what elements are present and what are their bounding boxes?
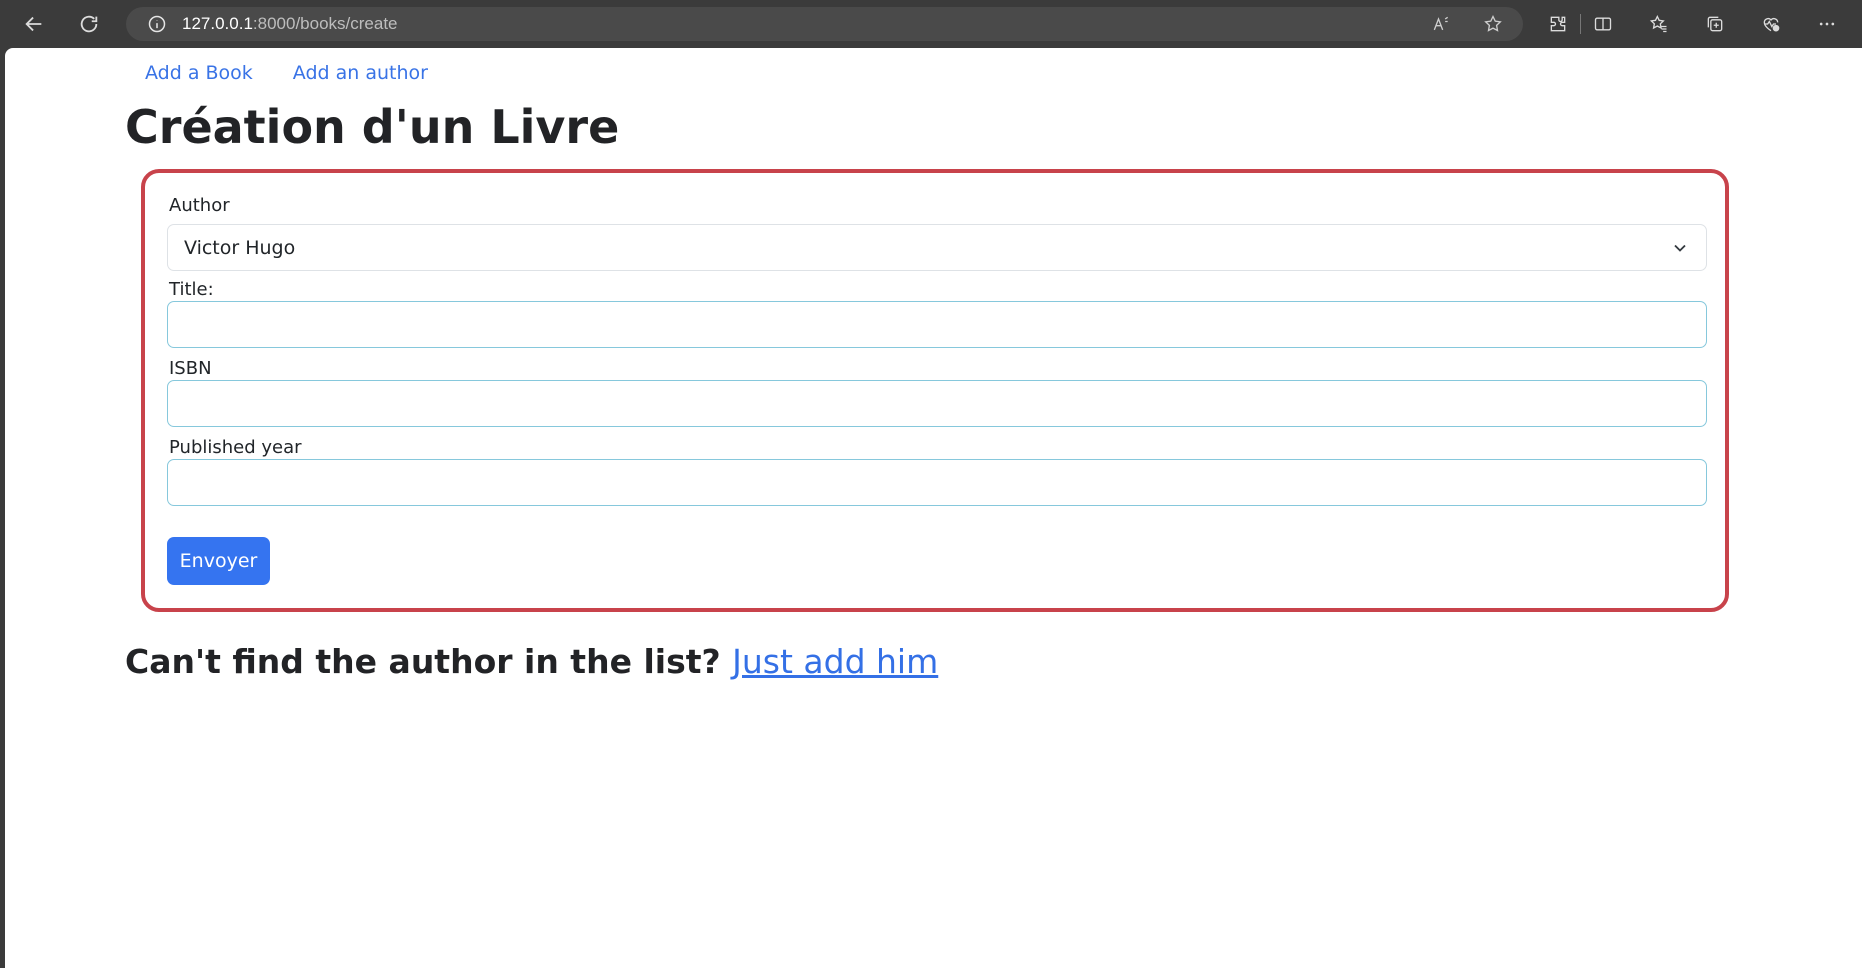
collections-icon[interactable]: [1699, 8, 1731, 40]
book-form: Author Victor Hugo Title: ISBN Published…: [141, 169, 1729, 612]
isbn-label: ISBN: [169, 358, 212, 379]
nav-link-add-book[interactable]: Add a Book: [145, 62, 253, 84]
browser-essentials-icon[interactable]: [1755, 8, 1787, 40]
submit-button[interactable]: Envoyer: [167, 537, 270, 585]
browser-tools: [1542, 8, 1843, 40]
nav-link-add-author[interactable]: Add an author: [293, 62, 428, 84]
extensions-icon[interactable]: [1542, 8, 1574, 40]
favorite-star-icon[interactable]: [1477, 8, 1509, 40]
page-title: Création d'un Livre: [125, 100, 620, 154]
published-year-label: Published year: [169, 437, 302, 458]
read-aloud-icon[interactable]: [1425, 8, 1457, 40]
url-host: 127.0.0.1: [182, 14, 253, 33]
split-screen-icon[interactable]: [1587, 8, 1619, 40]
back-button[interactable]: [18, 8, 50, 40]
browser-toolbar: 127.0.0.1:8000/books/create: [0, 0, 1862, 48]
author-select[interactable]: Victor Hugo: [167, 224, 1707, 271]
more-menu-icon[interactable]: [1811, 8, 1843, 40]
address-bar[interactable]: 127.0.0.1:8000/books/create: [126, 7, 1523, 41]
toolbar-divider: [1580, 14, 1581, 34]
chevron-down-icon: [1674, 244, 1686, 252]
favorites-icon[interactable]: [1643, 8, 1675, 40]
refresh-button[interactable]: [73, 8, 105, 40]
top-nav: Add a Book Add an author: [145, 62, 428, 84]
add-author-prompt: Can't find the author in the list? Just …: [125, 642, 938, 681]
arrow-left-icon: [25, 16, 42, 32]
url-path: :8000/books/create: [252, 14, 398, 33]
title-input[interactable]: [167, 301, 1707, 348]
refresh-icon: [80, 15, 98, 33]
title-label: Title:: [169, 279, 214, 300]
url-text[interactable]: 127.0.0.1:8000/books/create: [182, 14, 398, 34]
published-year-input[interactable]: [167, 459, 1707, 506]
page-viewport: Add a Book Add an author Création d'un L…: [5, 48, 1862, 968]
just-add-him-link[interactable]: Just add him: [732, 642, 938, 681]
author-label: Author: [169, 195, 230, 216]
add-author-question: Can't find the author in the list?: [125, 642, 721, 681]
isbn-input[interactable]: [167, 380, 1707, 427]
author-selected-value: Victor Hugo: [184, 236, 296, 259]
site-info-icon[interactable]: [146, 13, 168, 35]
